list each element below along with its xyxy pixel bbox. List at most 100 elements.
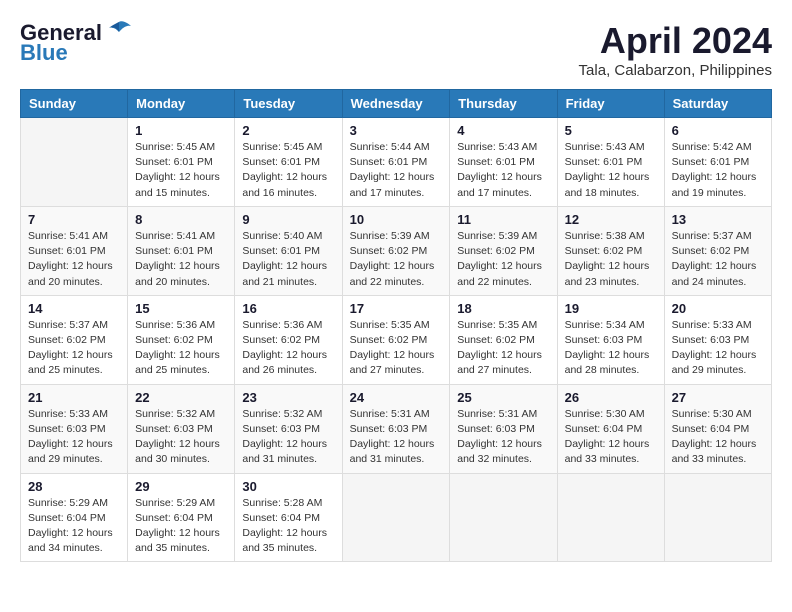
calendar-cell: 24 Sunrise: 5:31 AM Sunset: 6:03 PM Dayli…	[342, 384, 450, 473]
day-info: Sunrise: 5:34 AM Sunset: 6:03 PM Dayligh…	[565, 318, 657, 379]
day-number: 20	[672, 301, 764, 316]
week-row-3: 14 Sunrise: 5:37 AM Sunset: 6:02 PM Dayli…	[21, 295, 772, 384]
day-number: 29	[135, 479, 227, 494]
week-row-2: 7 Sunrise: 5:41 AM Sunset: 6:01 PM Daylig…	[21, 206, 772, 295]
calendar-cell	[21, 118, 128, 207]
weekday-header-thursday: Thursday	[450, 90, 557, 118]
day-number: 8	[135, 212, 227, 227]
calendar-cell: 23 Sunrise: 5:32 AM Sunset: 6:03 PM Dayli…	[235, 384, 342, 473]
day-number: 30	[242, 479, 334, 494]
day-info: Sunrise: 5:32 AM Sunset: 6:03 PM Dayligh…	[242, 407, 334, 468]
day-info: Sunrise: 5:37 AM Sunset: 6:02 PM Dayligh…	[672, 229, 764, 290]
week-row-1: 1Sunrise: 5:45 AM Sunset: 6:01 PM Daylig…	[21, 118, 772, 207]
weekday-header-wednesday: Wednesday	[342, 90, 450, 118]
calendar-cell	[664, 473, 771, 562]
day-number: 3	[350, 123, 443, 138]
calendar-cell: 11Sunrise: 5:39 AM Sunset: 6:02 PM Dayli…	[450, 206, 557, 295]
weekday-header-tuesday: Tuesday	[235, 90, 342, 118]
calendar-cell: 15Sunrise: 5:36 AM Sunset: 6:02 PM Dayli…	[128, 295, 235, 384]
calendar-cell: 4 Sunrise: 5:43 AM Sunset: 6:01 PM Daylig…	[450, 118, 557, 207]
day-number: 2	[242, 123, 334, 138]
day-info: Sunrise: 5:41 AM Sunset: 6:01 PM Dayligh…	[28, 229, 120, 290]
weekday-header-friday: Friday	[557, 90, 664, 118]
calendar-cell: 26 Sunrise: 5:30 AM Sunset: 6:04 PM Dayli…	[557, 384, 664, 473]
calendar-cell: 2 Sunrise: 5:45 AM Sunset: 6:01 PM Daylig…	[235, 118, 342, 207]
weekday-header-sunday: Sunday	[21, 90, 128, 118]
weekday-header-row: SundayMondayTuesdayWednesdayThursdayFrid…	[21, 90, 772, 118]
week-row-5: 28 Sunrise: 5:29 AM Sunset: 6:04 PM Dayli…	[21, 473, 772, 562]
day-number: 17	[350, 301, 443, 316]
calendar-cell: 9 Sunrise: 5:40 AM Sunset: 6:01 PM Daylig…	[235, 206, 342, 295]
calendar-cell: 25Sunrise: 5:31 AM Sunset: 6:03 PM Dayli…	[450, 384, 557, 473]
day-number: 7	[28, 212, 120, 227]
calendar-cell: 30 Sunrise: 5:28 AM Sunset: 6:04 PM Dayli…	[235, 473, 342, 562]
month-title: April 2024	[579, 20, 772, 62]
day-number: 27	[672, 390, 764, 405]
day-info: Sunrise: 5:30 AM Sunset: 6:04 PM Dayligh…	[672, 407, 764, 468]
day-info: Sunrise: 5:29 AM Sunset: 6:04 PM Dayligh…	[28, 496, 120, 557]
calendar-cell: 21 Sunrise: 5:33 AM Sunset: 6:03 PM Dayli…	[21, 384, 128, 473]
calendar-cell: 5Sunrise: 5:43 AM Sunset: 6:01 PM Daylig…	[557, 118, 664, 207]
day-number: 12	[565, 212, 657, 227]
calendar-cell: 1Sunrise: 5:45 AM Sunset: 6:01 PM Daylig…	[128, 118, 235, 207]
calendar-cell: 27 Sunrise: 5:30 AM Sunset: 6:04 PM Dayli…	[664, 384, 771, 473]
day-info: Sunrise: 5:44 AM Sunset: 6:01 PM Dayligh…	[350, 140, 443, 201]
day-info: Sunrise: 5:32 AM Sunset: 6:03 PM Dayligh…	[135, 407, 227, 468]
day-info: Sunrise: 5:36 AM Sunset: 6:02 PM Dayligh…	[242, 318, 334, 379]
day-number: 19	[565, 301, 657, 316]
day-number: 14	[28, 301, 120, 316]
day-info: Sunrise: 5:35 AM Sunset: 6:02 PM Dayligh…	[350, 318, 443, 379]
day-info: Sunrise: 5:39 AM Sunset: 6:02 PM Dayligh…	[457, 229, 549, 290]
day-info: Sunrise: 5:33 AM Sunset: 6:03 PM Dayligh…	[672, 318, 764, 379]
calendar-cell: 12 Sunrise: 5:38 AM Sunset: 6:02 PM Dayli…	[557, 206, 664, 295]
day-number: 28	[28, 479, 120, 494]
calendar-cell	[557, 473, 664, 562]
day-info: Sunrise: 5:43 AM Sunset: 6:01 PM Dayligh…	[457, 140, 549, 201]
logo-blue: Blue	[20, 40, 68, 66]
calendar-cell: 18Sunrise: 5:35 AM Sunset: 6:02 PM Dayli…	[450, 295, 557, 384]
logo: General Blue	[20, 20, 133, 66]
day-info: Sunrise: 5:38 AM Sunset: 6:02 PM Dayligh…	[565, 229, 657, 290]
day-info: Sunrise: 5:31 AM Sunset: 6:03 PM Dayligh…	[457, 407, 549, 468]
calendar-cell: 7 Sunrise: 5:41 AM Sunset: 6:01 PM Daylig…	[21, 206, 128, 295]
day-info: Sunrise: 5:42 AM Sunset: 6:01 PM Dayligh…	[672, 140, 764, 201]
day-number: 9	[242, 212, 334, 227]
logo-bird-icon	[105, 20, 133, 42]
week-row-4: 21 Sunrise: 5:33 AM Sunset: 6:03 PM Dayli…	[21, 384, 772, 473]
calendar-cell: 6Sunrise: 5:42 AM Sunset: 6:01 PM Daylig…	[664, 118, 771, 207]
calendar-cell: 19 Sunrise: 5:34 AM Sunset: 6:03 PM Dayli…	[557, 295, 664, 384]
page-header: General Blue April 2024 Tala, Calabarzon…	[20, 20, 772, 79]
day-number: 23	[242, 390, 334, 405]
weekday-header-monday: Monday	[128, 90, 235, 118]
day-info: Sunrise: 5:33 AM Sunset: 6:03 PM Dayligh…	[28, 407, 120, 468]
calendar-cell: 22 Sunrise: 5:32 AM Sunset: 6:03 PM Dayli…	[128, 384, 235, 473]
day-info: Sunrise: 5:30 AM Sunset: 6:04 PM Dayligh…	[565, 407, 657, 468]
calendar-cell: 17 Sunrise: 5:35 AM Sunset: 6:02 PM Dayli…	[342, 295, 450, 384]
calendar-cell: 20 Sunrise: 5:33 AM Sunset: 6:03 PM Dayli…	[664, 295, 771, 384]
calendar-cell: 10Sunrise: 5:39 AM Sunset: 6:02 PM Dayli…	[342, 206, 450, 295]
day-number: 10	[350, 212, 443, 227]
calendar-cell	[342, 473, 450, 562]
calendar-cell: 16 Sunrise: 5:36 AM Sunset: 6:02 PM Dayli…	[235, 295, 342, 384]
calendar-cell: 28 Sunrise: 5:29 AM Sunset: 6:04 PM Dayli…	[21, 473, 128, 562]
calendar-cell	[450, 473, 557, 562]
location: Tala, Calabarzon, Philippines	[579, 62, 772, 79]
day-number: 21	[28, 390, 120, 405]
day-number: 26	[565, 390, 657, 405]
day-info: Sunrise: 5:31 AM Sunset: 6:03 PM Dayligh…	[350, 407, 443, 468]
title-block: April 2024 Tala, Calabarzon, Philippines	[579, 20, 772, 79]
day-number: 16	[242, 301, 334, 316]
day-number: 24	[350, 390, 443, 405]
weekday-header-saturday: Saturday	[664, 90, 771, 118]
day-info: Sunrise: 5:28 AM Sunset: 6:04 PM Dayligh…	[242, 496, 334, 557]
day-info: Sunrise: 5:36 AM Sunset: 6:02 PM Dayligh…	[135, 318, 227, 379]
day-info: Sunrise: 5:40 AM Sunset: 6:01 PM Dayligh…	[242, 229, 334, 290]
day-info: Sunrise: 5:37 AM Sunset: 6:02 PM Dayligh…	[28, 318, 120, 379]
calendar-cell: 3 Sunrise: 5:44 AM Sunset: 6:01 PM Daylig…	[342, 118, 450, 207]
calendar-table: SundayMondayTuesdayWednesdayThursdayFrid…	[20, 89, 772, 562]
day-info: Sunrise: 5:45 AM Sunset: 6:01 PM Dayligh…	[242, 140, 334, 201]
calendar-cell: 8Sunrise: 5:41 AM Sunset: 6:01 PM Daylig…	[128, 206, 235, 295]
day-number: 4	[457, 123, 549, 138]
day-info: Sunrise: 5:45 AM Sunset: 6:01 PM Dayligh…	[135, 140, 227, 201]
day-number: 22	[135, 390, 227, 405]
